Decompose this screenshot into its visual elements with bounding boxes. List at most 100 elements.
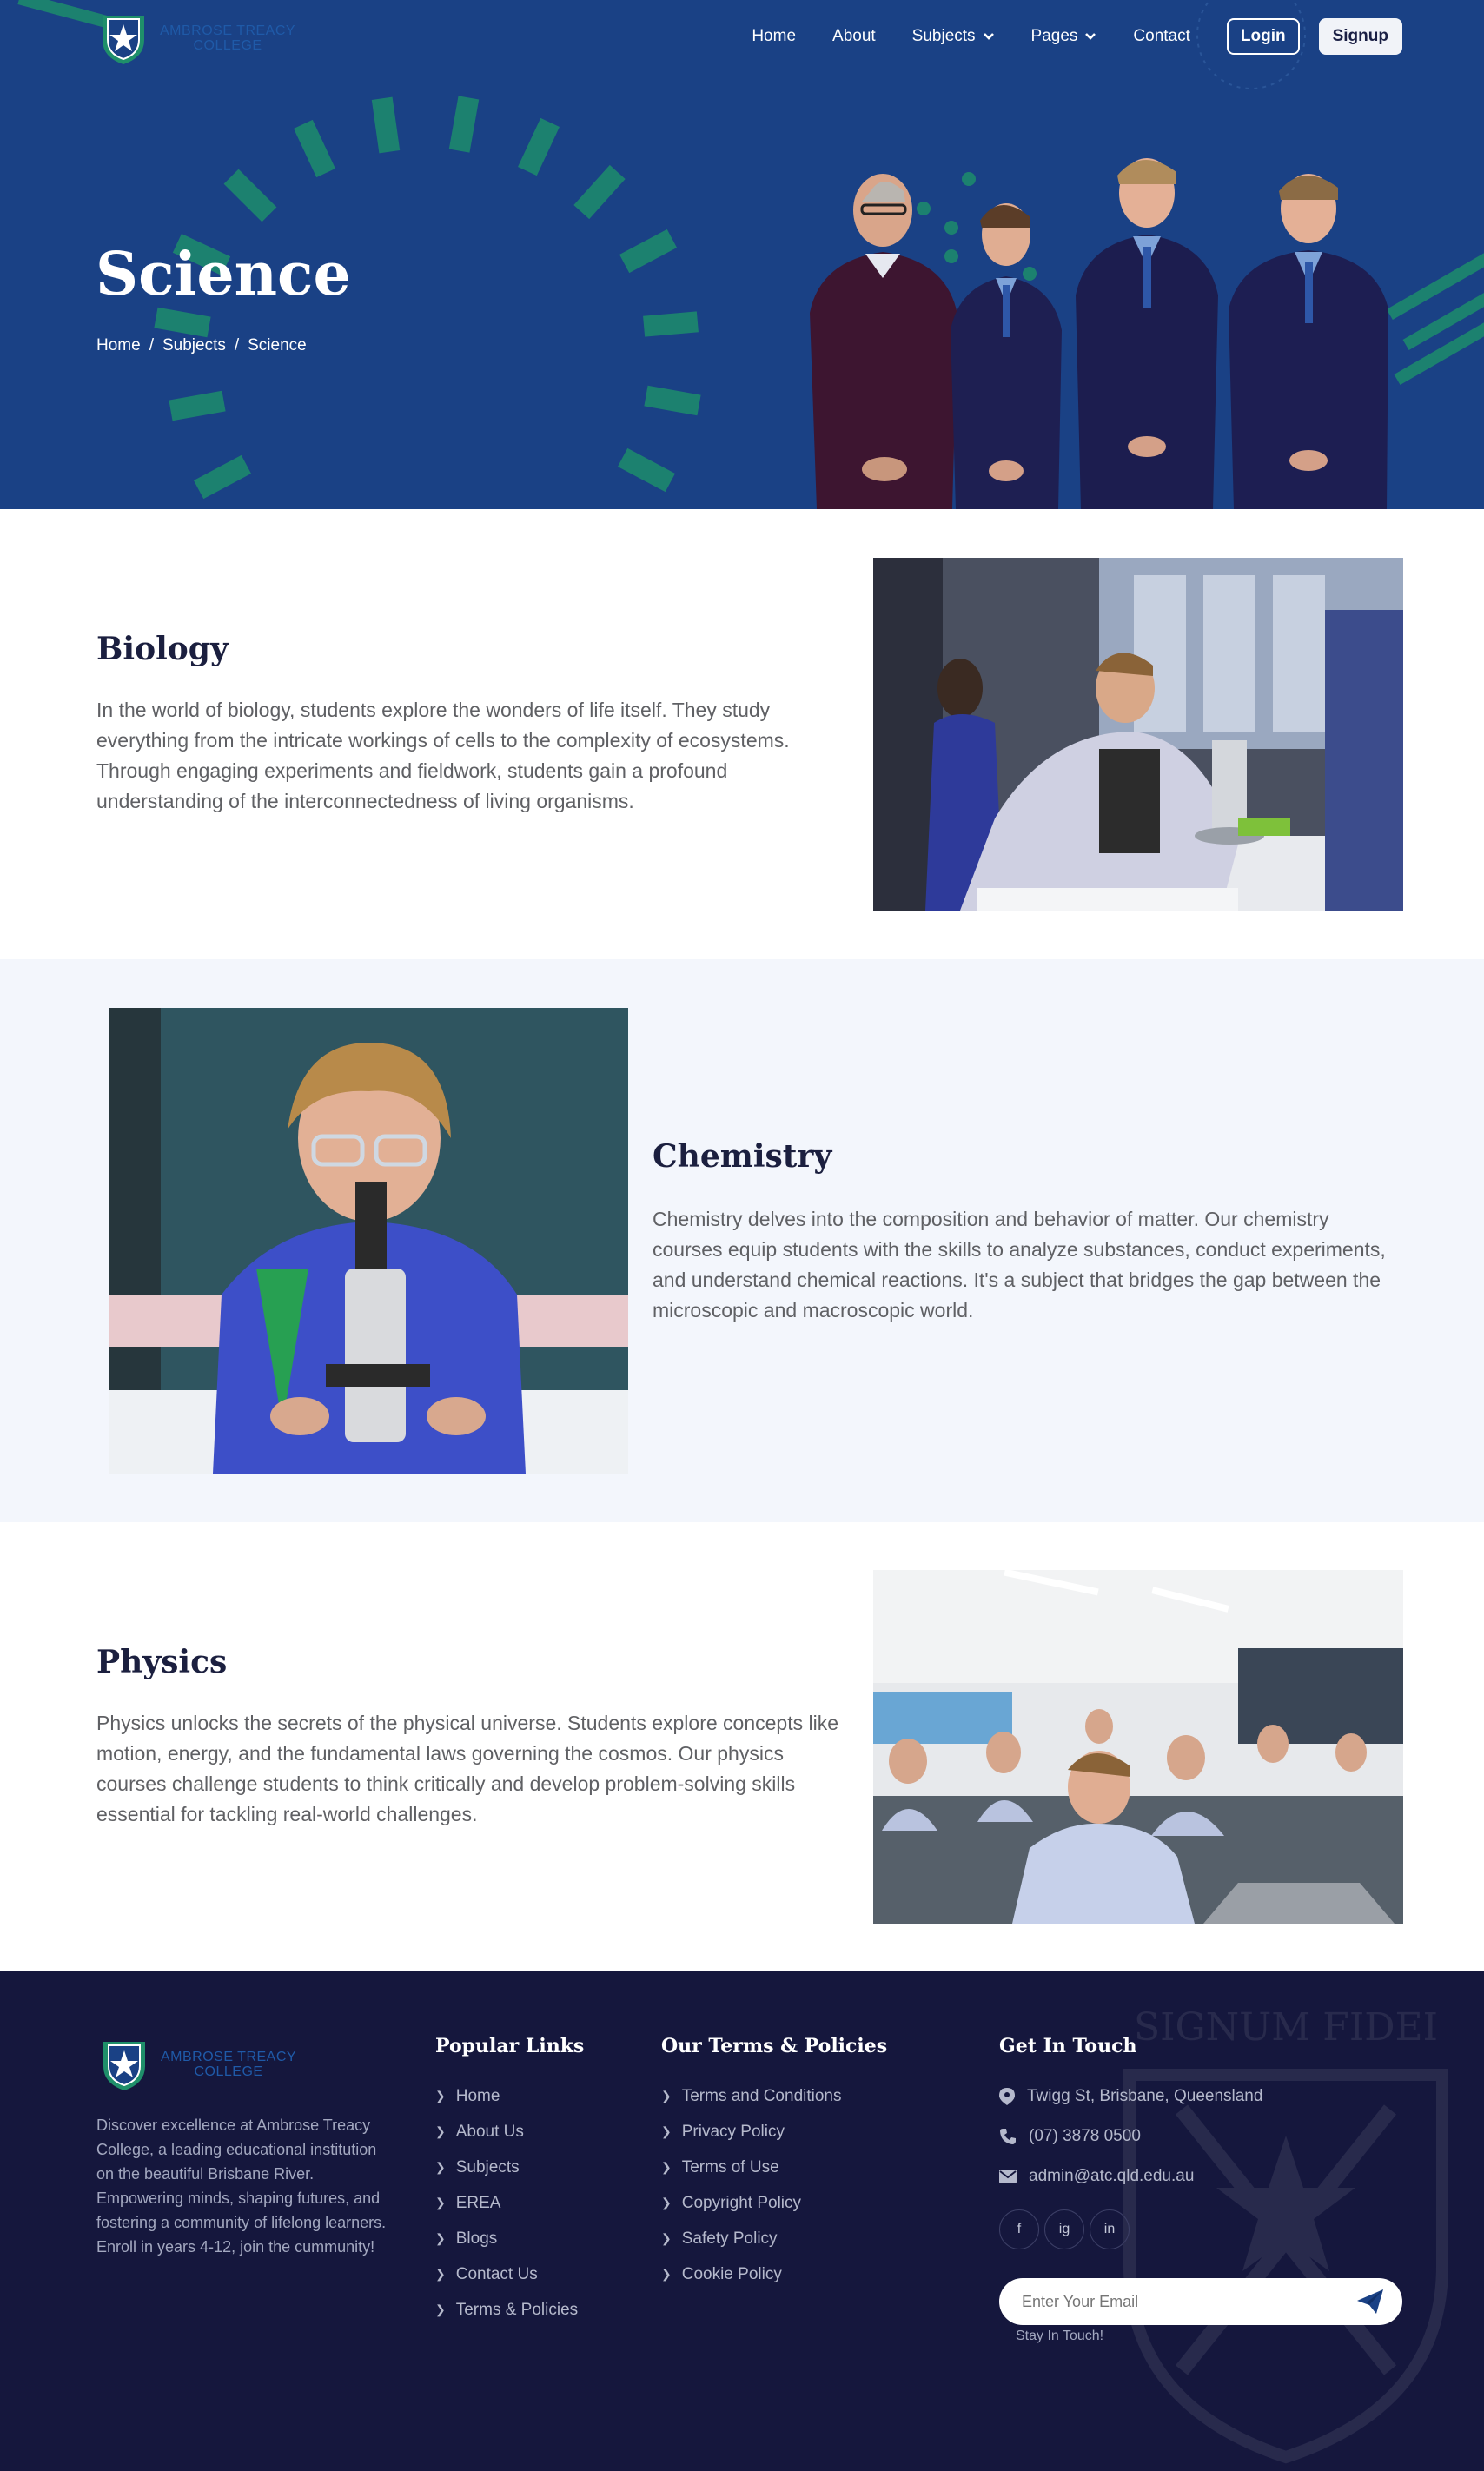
facebook-icon[interactable]: f xyxy=(999,2209,1039,2249)
chevron-right-icon: ❯ xyxy=(661,2089,672,2103)
footer-about-text: Discover excellence at Ambrose Treacy Co… xyxy=(96,2117,387,2256)
map-pin-icon xyxy=(999,2088,1015,2105)
chemistry-heading: Chemistry xyxy=(653,1138,832,1175)
footer-link-label: Terms of Use xyxy=(681,2157,779,2176)
nav-about-label: About xyxy=(832,27,876,45)
footer-link-privacy[interactable]: ❯ Privacy Policy xyxy=(661,2114,842,2150)
nav-subjects-label: Subjects xyxy=(911,27,976,45)
crest-icon xyxy=(103,16,144,64)
breadcrumb-separator: / xyxy=(234,336,240,354)
contact-address: Twigg St, Brisbane, Queensland xyxy=(999,2087,1262,2106)
footer-link-label: Contact Us xyxy=(455,2264,538,2283)
terms-policies-list: ❯ Terms and Conditions ❯ Privacy Policy ❯ T… xyxy=(661,2078,842,2292)
contact-email[interactable]: admin@atc.qld.edu.au xyxy=(999,2167,1194,2186)
chevron-down-icon xyxy=(1085,33,1096,40)
phone-icon xyxy=(1000,2129,1016,2144)
get-in-touch-heading: Get In Touch xyxy=(999,2035,1137,2057)
contact-phone[interactable]: (07) 3878 0500 xyxy=(999,2127,1141,2146)
college-logo[interactable]: AMBROSE TREACY COLLEGE xyxy=(96,10,295,66)
breadcrumb-current: Science xyxy=(248,336,307,354)
watermark-motto: SIGNUM FIDEI xyxy=(1134,2005,1438,2050)
crest-icon xyxy=(103,2042,145,2090)
chemistry-section: Chemistry Chemistry delves into the comp… xyxy=(0,959,1484,1522)
login-button[interactable]: Login xyxy=(1226,18,1300,55)
hero-group-photo xyxy=(810,158,1388,509)
newsletter-email-input[interactable] xyxy=(1022,2290,1335,2313)
footer-link-label: Terms and Conditions xyxy=(681,2086,842,2105)
linkedin-icon[interactable]: in xyxy=(1090,2209,1130,2249)
send-icon[interactable] xyxy=(1357,2289,1383,2314)
address-text: Twigg St, Brisbane, Queensland xyxy=(1027,2087,1263,2105)
nav-subjects-dropdown[interactable]: Subjects xyxy=(912,27,995,46)
footer-link-label: EREA xyxy=(455,2193,501,2212)
breadcrumb: Home / Subjects / Science xyxy=(96,336,307,355)
footer-link-label: Terms & Policies xyxy=(455,2300,579,2319)
breadcrumb-home[interactable]: Home xyxy=(96,336,141,355)
top-navbar: AMBROSE TREACY COLLEGE Home About Subjec… xyxy=(0,0,1484,73)
footer-link-safety[interactable]: ❯ Safety Policy xyxy=(661,2221,842,2256)
chevron-right-icon: ❯ xyxy=(661,2160,672,2174)
college-crest-watermark: SIGNUM FIDEI xyxy=(1123,2005,1448,2464)
logo-name-line2: COLLEGE xyxy=(193,38,262,53)
chevron-down-icon xyxy=(983,33,994,40)
hero-banner: AMBROSE TREACY COLLEGE Home About Subjec… xyxy=(0,0,1484,509)
chevron-right-icon: ❯ xyxy=(661,2231,672,2245)
footer-link-label: Copyright Policy xyxy=(681,2193,802,2212)
footer-link-copyright[interactable]: ❯ Copyright Policy xyxy=(661,2185,842,2221)
nav-contact[interactable]: Contact xyxy=(1133,27,1189,46)
chevron-right-icon: ❯ xyxy=(435,2267,446,2281)
chevron-right-icon: ❯ xyxy=(435,2160,446,2174)
chemistry-text: Chemistry delves into the composition an… xyxy=(653,1208,1386,1322)
physics-heading: Physics xyxy=(96,1644,228,1680)
footer-link-contact[interactable]: ❯ Contact Us xyxy=(435,2256,578,2292)
footer-logo-line1: AMBROSE TREACY xyxy=(161,2050,297,2064)
chevron-right-icon: ❯ xyxy=(661,2267,672,2281)
biology-heading: Biology xyxy=(96,631,229,667)
footer-link-home[interactable]: ❯ Home xyxy=(435,2078,578,2114)
footer-link-erea[interactable]: ❯ EREA xyxy=(435,2185,578,2221)
breadcrumb-subjects[interactable]: Subjects xyxy=(162,336,226,355)
footer-link-label: About Us xyxy=(455,2122,524,2141)
footer-link-label: Privacy Policy xyxy=(681,2122,785,2141)
footer-link-label: Cookie Policy xyxy=(681,2264,782,2283)
nav-pages-dropdown[interactable]: Pages xyxy=(1031,27,1097,46)
terms-policies-heading: Our Terms & Policies xyxy=(661,2035,888,2057)
chevron-right-icon: ❯ xyxy=(661,2196,672,2209)
footer-link-cookie[interactable]: ❯ Cookie Policy xyxy=(661,2256,842,2292)
chevron-right-icon: ❯ xyxy=(435,2302,446,2316)
physics-text: Physics unlocks the secrets of the physi… xyxy=(96,1712,838,1825)
physics-section: Physics Physics unlocks the secrets of t… xyxy=(0,1522,1484,1971)
popular-links-list: ❯ Home ❯ About Us ❯ Subjects ❯ EREA ❯ Blogs ❯… xyxy=(435,2078,578,2328)
nav-home[interactable]: Home xyxy=(752,27,796,46)
envelope-icon xyxy=(999,2170,1017,2183)
popular-links-heading: Popular Links xyxy=(435,2035,585,2057)
site-footer: SIGNUM FIDEI AMBROSE TREACY COLLEGE Disc… xyxy=(0,1971,1484,2471)
nav-about[interactable]: About xyxy=(832,27,876,46)
footer-link-terms-use[interactable]: ❯ Terms of Use xyxy=(661,2150,842,2185)
footer-link-label: Blogs xyxy=(455,2229,498,2248)
nav-contact-label: Contact xyxy=(1133,27,1190,45)
footer-link-terms-policies[interactable]: ❯ Terms & Policies xyxy=(435,2292,578,2328)
footer-logo[interactable]: AMBROSE TREACY COLLEGE xyxy=(96,2037,296,2092)
footer-link-label: Safety Policy xyxy=(681,2229,778,2248)
biology-section: Biology In the world of biology, student… xyxy=(0,509,1484,959)
footer-logo-line2: COLLEGE xyxy=(194,2064,263,2079)
footer-link-label: Subjects xyxy=(455,2157,520,2176)
footer-link-blogs[interactable]: ❯ Blogs xyxy=(435,2221,578,2256)
nav-pages-label: Pages xyxy=(1030,27,1078,45)
footer-link-terms-conditions[interactable]: ❯ Terms and Conditions xyxy=(661,2078,842,2114)
chevron-right-icon: ❯ xyxy=(435,2196,446,2209)
chevron-right-icon: ❯ xyxy=(435,2231,446,2245)
chevron-right-icon: ❯ xyxy=(661,2124,672,2138)
biology-lab-photo xyxy=(873,558,1403,911)
newsletter-form xyxy=(999,2278,1402,2325)
instagram-icon[interactable]: ig xyxy=(1044,2209,1084,2249)
footer-link-about[interactable]: ❯ About Us xyxy=(435,2114,578,2150)
breadcrumb-separator: / xyxy=(149,336,154,354)
nav-home-label: Home xyxy=(752,27,797,45)
footer-link-subjects[interactable]: ❯ Subjects xyxy=(435,2150,578,2185)
signup-button[interactable]: Signup xyxy=(1318,18,1402,55)
footer-link-label: Home xyxy=(455,2086,500,2105)
biology-text: In the world of biology, students explor… xyxy=(96,699,790,812)
logo-name-line1: AMBROSE TREACY xyxy=(160,23,296,38)
